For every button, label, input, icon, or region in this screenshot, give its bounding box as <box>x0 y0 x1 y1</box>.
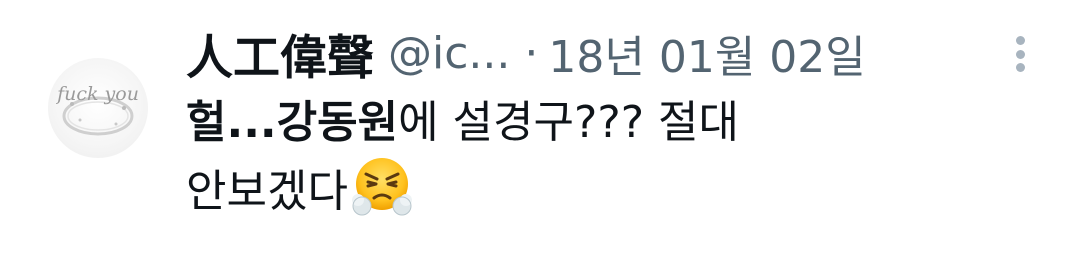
tweet-header: 人工偉聲 @ic... · 18년 01월 02일 <box>186 21 866 86</box>
display-name[interactable]: 人工偉聲 <box>186 19 374 88</box>
separator-dot: · <box>524 27 539 79</box>
text-line-2: 안보겠다 <box>186 166 348 217</box>
avatar[interactable]: fuck you <box>48 58 148 158</box>
timestamp[interactable]: 18년 01월 02일 <box>548 21 865 85</box>
text-suffix: 에 설경구??? 절대 <box>398 97 739 148</box>
text-prefix: 헐... <box>186 97 277 148</box>
more-dot <box>1015 36 1025 45</box>
more-dot <box>1015 49 1025 59</box>
ring-photo-image: fuck you <box>55 83 139 136</box>
avatar-lettering: fuck you <box>55 83 139 105</box>
tweet-text-line-2: 안보겠다 <box>186 154 986 223</box>
tweet[interactable]: fuck you 人工偉聲 @ic... · 18년 01월 02일 헐...강… <box>0 0 1080 254</box>
tweet-text-line-1: 헐...강동원에 설경구??? 절대 <box>186 92 986 154</box>
bold-name: 강동원 <box>276 97 399 148</box>
user-handle[interactable]: @ic... <box>388 28 510 79</box>
more-vertical-icon[interactable] <box>1004 32 1036 76</box>
triumph-face-emoji-icon <box>350 154 414 218</box>
tweet-text: 헐...강동원에 설경구??? 절대 안보겠다 <box>186 92 986 223</box>
more-dot <box>1015 63 1025 72</box>
